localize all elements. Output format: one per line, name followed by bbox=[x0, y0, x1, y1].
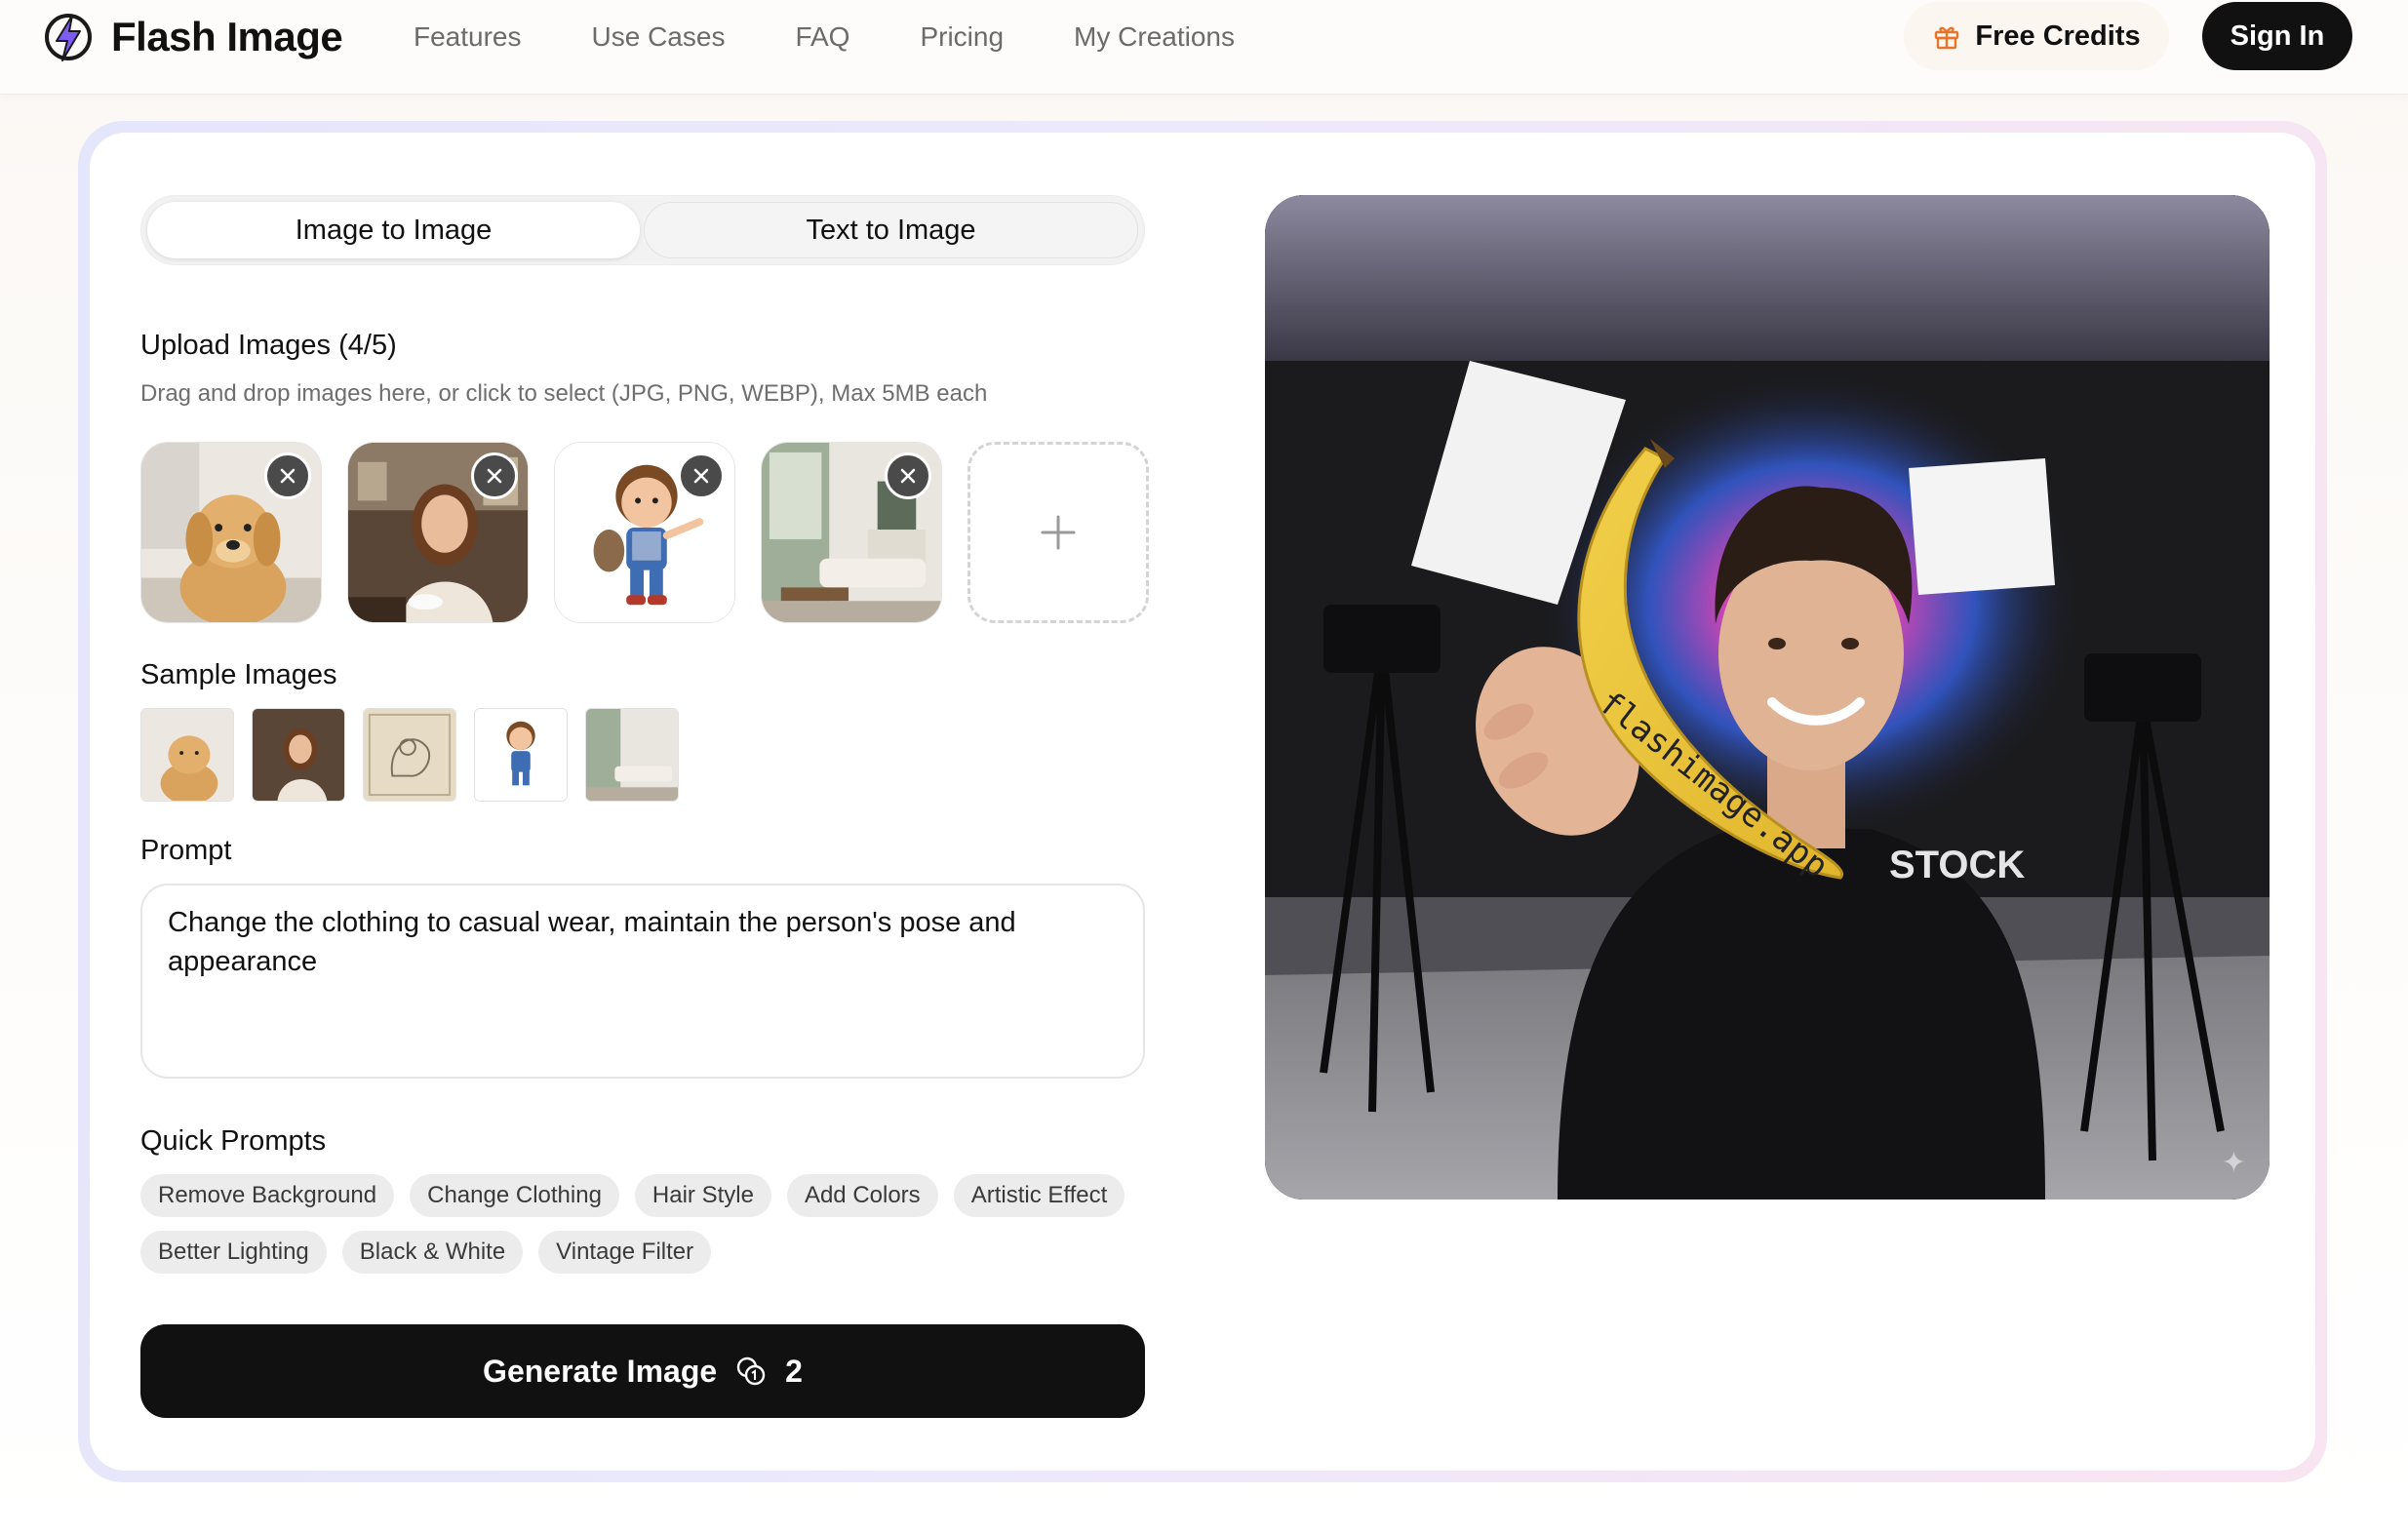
free-credits-label: Free Credits bbox=[1975, 20, 2141, 52]
uploaded-image-cartoon-boy[interactable] bbox=[554, 442, 735, 623]
sample-image-sketch[interactable] bbox=[363, 708, 456, 802]
close-icon bbox=[487, 468, 502, 484]
cartoon-boy-image bbox=[475, 709, 567, 801]
chip-hair-style[interactable]: Hair Style bbox=[634, 1174, 771, 1217]
chip-add-colors[interactable]: Add Colors bbox=[786, 1174, 938, 1217]
nav-faq[interactable]: FAQ bbox=[795, 16, 849, 59]
sample-image-woman[interactable] bbox=[252, 708, 345, 802]
chip-change-clothing[interactable]: Change Clothing bbox=[410, 1174, 619, 1217]
free-credits-button[interactable]: Free Credits bbox=[1904, 2, 2169, 70]
close-icon bbox=[693, 468, 709, 484]
upload-hint: Drag and drop images here, or click to s… bbox=[140, 380, 988, 407]
add-image-slot[interactable] bbox=[967, 442, 1149, 623]
nav-use-cases[interactable]: Use Cases bbox=[592, 16, 726, 59]
close-icon bbox=[280, 468, 296, 484]
nav-pricing[interactable]: Pricing bbox=[920, 16, 1004, 59]
plus-icon bbox=[1041, 515, 1076, 550]
tab-text-to-image[interactable]: Text to Image bbox=[644, 202, 1138, 258]
quick-prompts: Remove Background Change Clothing Hair S… bbox=[140, 1174, 1155, 1274]
chip-black-white[interactable]: Black & White bbox=[341, 1231, 524, 1274]
shirt-print: STOCK bbox=[1889, 844, 2025, 886]
sign-in-button[interactable]: Sign In bbox=[2202, 2, 2352, 70]
generate-image-button[interactable]: Generate Image 2 bbox=[140, 1324, 1145, 1418]
chip-artistic-effect[interactable]: Artistic Effect bbox=[953, 1174, 1125, 1217]
sample-image-dog[interactable] bbox=[140, 708, 234, 802]
sample-images-title: Sample Images bbox=[140, 659, 337, 690]
top-navbar: Flash Image Features Use Cases FAQ Prici… bbox=[0, 0, 2408, 95]
gift-icon bbox=[1935, 26, 1959, 50]
sample-image-cartoon-boy[interactable] bbox=[474, 708, 568, 802]
sample-images bbox=[140, 708, 679, 802]
remove-image-button[interactable] bbox=[264, 452, 311, 499]
sparkle-icon: ✦ bbox=[2221, 1147, 2246, 1179]
dog-image bbox=[141, 709, 233, 801]
prompt-input[interactable] bbox=[140, 884, 1145, 1079]
chip-remove-background[interactable]: Remove Background bbox=[140, 1174, 395, 1217]
uploaded-image-woman[interactable] bbox=[347, 442, 529, 623]
generate-label: Generate Image bbox=[483, 1353, 718, 1389]
sample-image-living-room[interactable] bbox=[585, 708, 679, 802]
generate-cost: 2 bbox=[785, 1353, 803, 1389]
tab-image-to-image[interactable]: Image to Image bbox=[147, 202, 640, 258]
brand-logo[interactable]: Flash Image bbox=[43, 8, 343, 66]
living-room-image bbox=[586, 709, 678, 801]
chip-better-lighting[interactable]: Better Lighting bbox=[140, 1231, 327, 1274]
uploaded-images[interactable] bbox=[140, 442, 1149, 623]
remove-image-button[interactable] bbox=[471, 452, 518, 499]
nav-my-creations[interactable]: My Creations bbox=[1074, 16, 1235, 59]
preview-photo: STOCK flashimage.app bbox=[1265, 195, 2270, 1200]
chip-vintage-filter[interactable]: Vintage Filter bbox=[538, 1231, 712, 1274]
uploaded-image-dog[interactable] bbox=[140, 442, 322, 623]
quick-prompts-title: Quick Prompts bbox=[140, 1125, 327, 1157]
upload-title: Upload Images (4/5) bbox=[140, 330, 397, 361]
prompt-title: Prompt bbox=[140, 835, 232, 866]
mode-tabs: Image to Image Text to Image bbox=[140, 195, 1145, 265]
close-icon bbox=[900, 468, 916, 484]
generator-card: Image to Image Text to Image Upload Imag… bbox=[90, 133, 2315, 1471]
remove-image-button[interactable] bbox=[885, 452, 931, 499]
result-preview: STOCK flashimage.app ✦ bbox=[1265, 195, 2270, 1200]
nav-features[interactable]: Features bbox=[414, 16, 522, 59]
remove-image-button[interactable] bbox=[678, 452, 725, 499]
coins-icon bbox=[736, 1357, 766, 1386]
lightning-logo-icon bbox=[45, 14, 92, 61]
woman-cafe-image bbox=[253, 709, 344, 801]
uploaded-image-living-room[interactable] bbox=[761, 442, 942, 623]
sketch-image bbox=[364, 709, 455, 801]
main-nav: Features Use Cases FAQ Pricing My Creati… bbox=[414, 16, 1305, 59]
brand-name: Flash Image bbox=[111, 14, 343, 59]
generator-card-frame: Image to Image Text to Image Upload Imag… bbox=[78, 121, 2327, 1482]
